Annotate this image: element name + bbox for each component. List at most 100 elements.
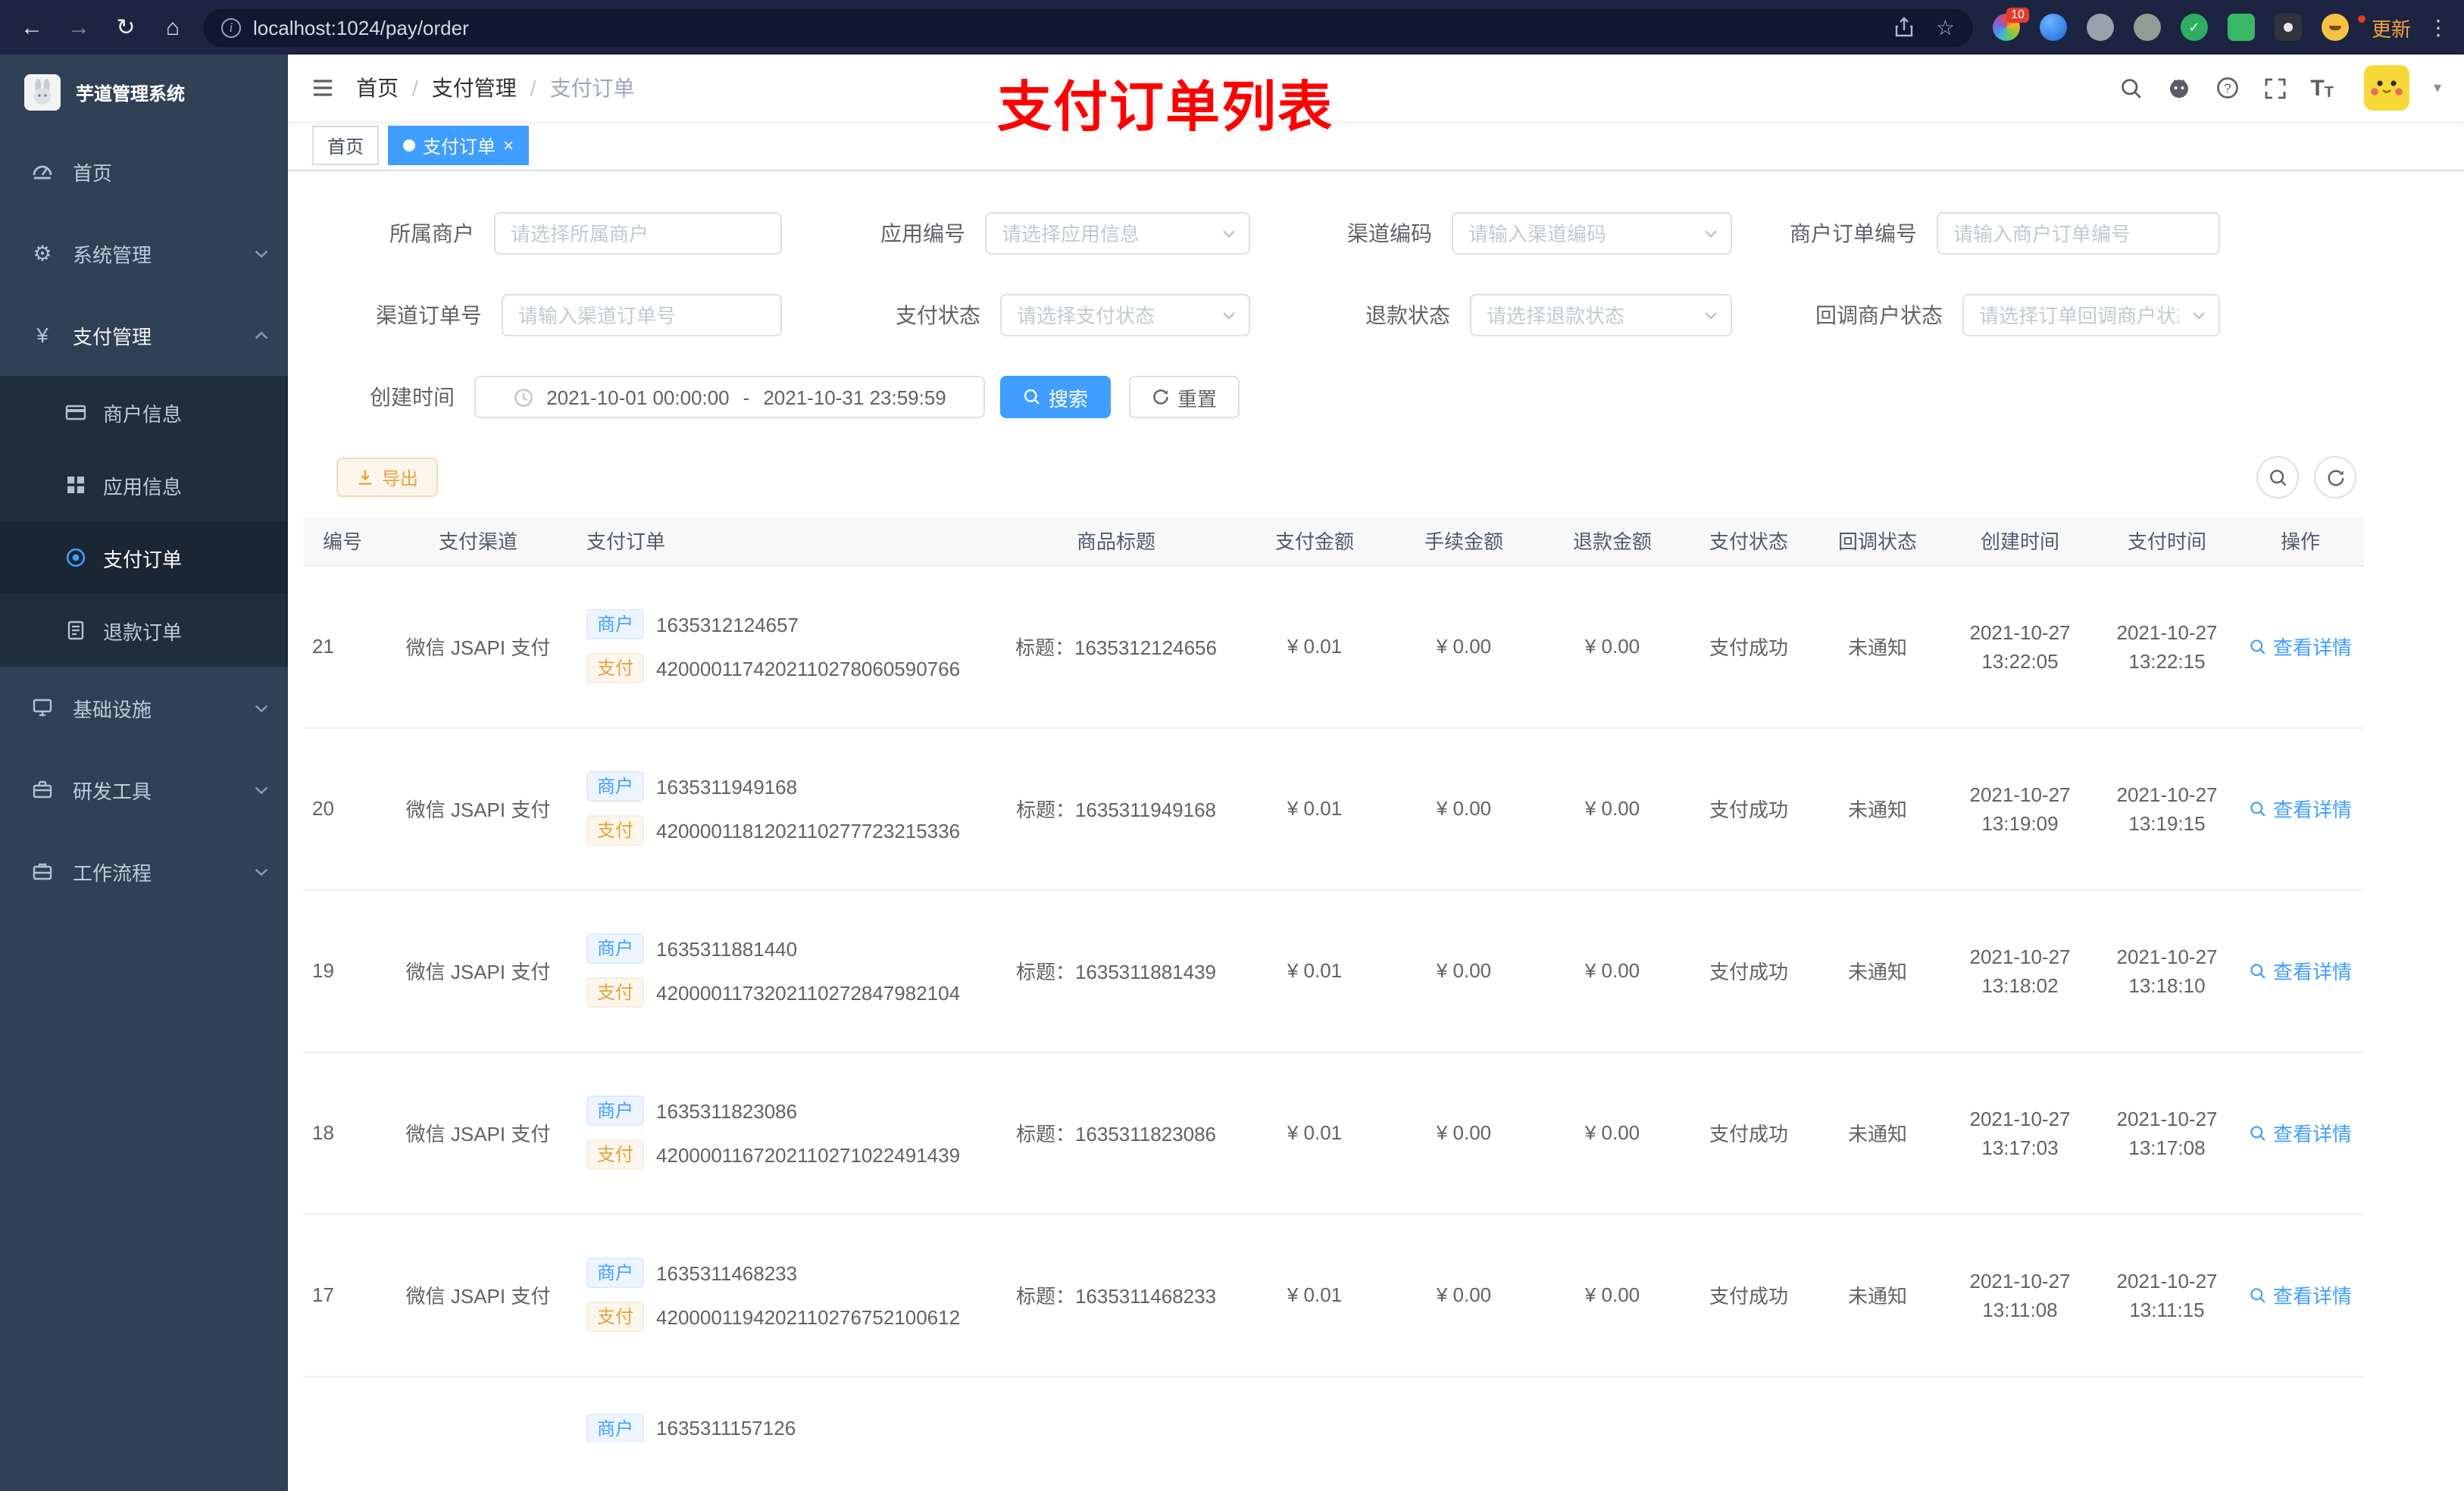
merchant-order-no-input[interactable] [1937, 212, 2220, 255]
tab-close-icon[interactable]: × [503, 136, 514, 155]
create-time: 2021-10-27 13:22:05 [1943, 565, 2097, 728]
filter-label: 商户订单编号 [1790, 221, 1917, 245]
sidebar-item-label: 应用信息 [103, 475, 183, 498]
browser-update-button[interactable]: 更新 [2357, 13, 2414, 42]
tab-home[interactable]: 首页 [312, 126, 380, 165]
browser-forward-icon[interactable]: → [62, 14, 95, 40]
yen-icon: ¥ [36, 323, 48, 347]
sidebar-item-merchant-info[interactable]: 商户信息 [0, 376, 288, 449]
extension-badge: 10 [2006, 8, 2029, 23]
sidebar-item-label: 基础设施 [73, 698, 152, 720]
logo-image [24, 74, 61, 111]
merchant-input[interactable] [494, 212, 782, 255]
url-text: localhost:1024/pay/order [253, 16, 469, 39]
sidebar-item-pay[interactable]: ¥ 支付管理 [0, 294, 288, 376]
extension-chat-icon[interactable] [2227, 14, 2255, 41]
col-action: 操作 [2237, 517, 2364, 566]
sidebar-toggle-icon[interactable] [311, 76, 335, 100]
browser-more-icon[interactable]: ⋮ [2428, 14, 2449, 40]
extension-drop-icon[interactable] [2039, 14, 2067, 41]
filter-pay-status: 支付状态 [782, 294, 1250, 336]
view-detail-link[interactable]: 查看详情 [2249, 1280, 2352, 1309]
goods-title: 标题：1635311881439 [1015, 961, 1217, 983]
extension-gray2-icon[interactable] [2133, 14, 2161, 41]
sidebar-item-label: 支付管理 [73, 325, 152, 348]
pay-status: 支付成功 [1709, 799, 1788, 821]
breadcrumb-home[interactable]: 首页 [356, 73, 399, 103]
bookmark-star-icon[interactable]: ☆ [1936, 14, 1955, 40]
filter-merchant-order-no: 商户订单编号 [1732, 212, 2220, 255]
chevron-down-icon [2190, 306, 2208, 324]
view-detail-link[interactable]: 查看详情 [2249, 956, 2352, 985]
refund-amount: ¥ 0.00 [1584, 959, 1640, 982]
export-button[interactable]: 导出 [336, 458, 439, 497]
sidebar-item-refund-order[interactable]: 退款订单 [0, 594, 288, 667]
channel-order-no-input[interactable] [502, 294, 782, 336]
sidebar-item-infra[interactable]: 基础设施 [0, 667, 288, 749]
app-logo[interactable]: 芋道管理系统 [0, 55, 288, 130]
view-detail-link[interactable]: 查看详情 [2249, 1118, 2352, 1147]
font-size-icon[interactable]: TT [2310, 75, 2334, 101]
extension-face-icon[interactable] [2321, 14, 2349, 41]
search-icon [2250, 1125, 2265, 1140]
channel-code-select[interactable] [1452, 212, 1732, 255]
goods-title: 标题：1635311823086 [1015, 1123, 1217, 1146]
sidebar-item-system[interactable]: ⚙ 系统管理 [0, 212, 288, 294]
refresh-table-button[interactable] [2314, 456, 2356, 499]
pay-amount: ¥ 0.01 [1287, 635, 1343, 658]
pay-status-select[interactable] [1000, 294, 1250, 336]
col-channel: 支付渠道 [382, 517, 574, 566]
col-notify: 回调状态 [1812, 517, 1943, 566]
view-detail-link[interactable]: 查看详情 [2249, 794, 2352, 823]
fullscreen-icon[interactable] [2263, 77, 2286, 99]
pay-status: 支付成功 [1709, 636, 1788, 659]
help-icon[interactable]: ? [2215, 76, 2239, 100]
order-id: 21 [312, 635, 334, 658]
refund-amount: ¥ 0.00 [1584, 797, 1640, 820]
share-icon[interactable] [1895, 17, 1915, 38]
notify-status: 未通知 [1847, 961, 1907, 983]
sidebar-item-workflow[interactable]: 工作流程 [0, 830, 288, 912]
extensions-menu-icon[interactable]: 10 [1992, 8, 2029, 41]
address-bar[interactable]: i localhost:1024/pay/order ☆ [203, 8, 1973, 46]
sidebar: 芋道管理系统 首页 ⚙ 系统管理 ¥ 支付管理 商户信息 应用信息 支付订单 退… [0, 55, 288, 1491]
tab-pay-order[interactable]: 支付订单 × [388, 126, 530, 165]
reset-button[interactable]: 重置 [1129, 376, 1240, 418]
search-icon[interactable] [2119, 77, 2142, 99]
date-range-input[interactable]: 2021-10-01 00:00:00 - 2021-10-31 23:59:5… [474, 376, 985, 418]
col-status: 支付状态 [1685, 517, 1812, 566]
browser-home-icon[interactable]: ⌂ [156, 14, 189, 40]
refund-status-select[interactable] [1470, 294, 1732, 336]
search-button[interactable]: 搜索 [1000, 376, 1112, 418]
notify-status-select[interactable] [1962, 294, 2220, 336]
breadcrumb-pay[interactable]: 支付管理 [432, 73, 517, 103]
extension-check-icon[interactable]: ✓ [2180, 14, 2208, 41]
avatar[interactable] [2363, 65, 2409, 111]
toggle-search-button[interactable] [2256, 456, 2299, 499]
browser-reload-icon[interactable]: ↻ [109, 14, 142, 41]
pay-channel: 微信 JSAPI 支付 [405, 1123, 551, 1146]
browser-back-icon[interactable]: ← [15, 14, 48, 40]
sidebar-item-pay-order[interactable]: 支付订单 [0, 521, 288, 594]
extension-gray-icon[interactable] [2086, 14, 2114, 41]
site-info-icon[interactable]: i [221, 17, 241, 37]
pay-channel: 微信 JSAPI 支付 [405, 961, 551, 983]
sidebar-item-app-info[interactable]: 应用信息 [0, 449, 288, 521]
app-select[interactable] [985, 212, 1250, 255]
avatar-caret-icon[interactable]: ▾ [2434, 80, 2441, 96]
pay-amount: ¥ 0.01 [1287, 797, 1343, 820]
table-row-partial: 商户 1635311157126 [303, 1376, 2364, 1443]
col-refund: 退款金额 [1540, 517, 1685, 566]
sidebar-item-devtools[interactable]: 研发工具 [0, 749, 288, 830]
grid-icon [64, 474, 88, 495]
document-icon [64, 620, 88, 641]
channel-order-no: 4200001174202110278060590766 [656, 657, 961, 680]
channel-order-no: 4200001194202110276752100612 [656, 1305, 961, 1328]
extension-pin-icon[interactable] [2274, 14, 2302, 41]
github-icon[interactable] [2166, 76, 2190, 100]
view-detail-link[interactable]: 查看详情 [2249, 632, 2352, 661]
sidebar-item-home[interactable]: 首页 [0, 130, 288, 212]
sidebar-item-label: 系统管理 [73, 243, 152, 266]
table-row: 20 微信 JSAPI 支付 商户 1635311949168 支付 42000… [303, 727, 2364, 890]
pay-channel: 微信 JSAPI 支付 [405, 636, 551, 659]
